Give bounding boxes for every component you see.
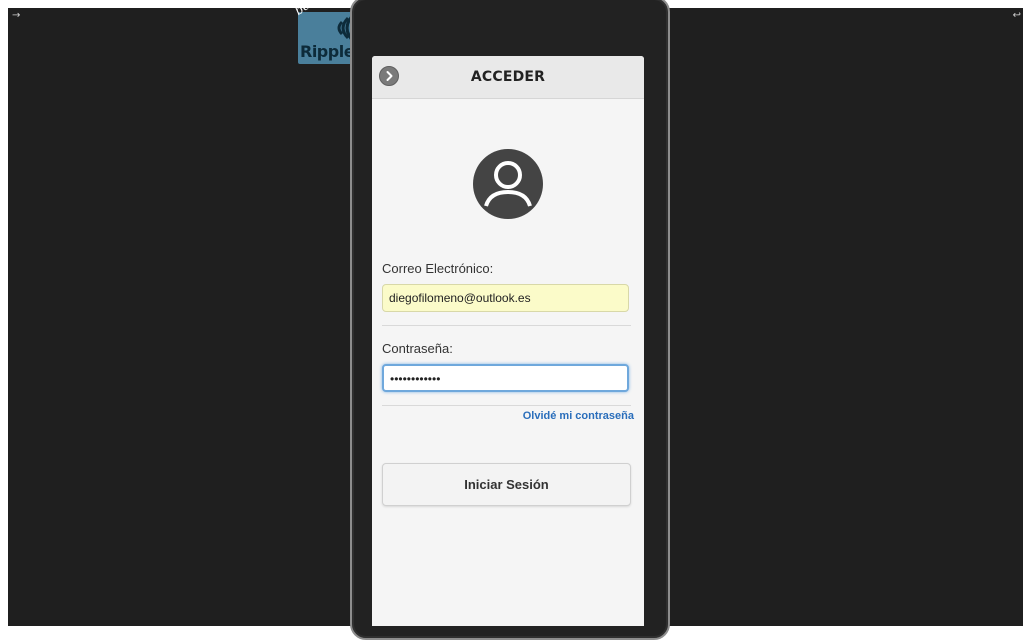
- password-field[interactable]: ••••••••••••: [382, 364, 629, 392]
- email-field[interactable]: diegofilomeno@outlook.es: [382, 284, 629, 312]
- email-divider: [382, 325, 631, 326]
- app-screen: ACCEDER Correo Electrónico: diegofilomen…: [372, 56, 644, 626]
- collapse-right-panel-icon[interactable]: ↩: [1013, 11, 1021, 21]
- password-label: Contraseña:: [382, 341, 453, 356]
- forgot-password-link[interactable]: Olvidé mi contraseña: [523, 410, 634, 422]
- app-header: ACCEDER: [372, 56, 644, 99]
- page-title: ACCEDER: [470, 69, 546, 85]
- password-divider: [382, 405, 631, 406]
- user-avatar-icon: [473, 149, 543, 219]
- ripple-logo-text: Ripple: [300, 42, 355, 61]
- login-button[interactable]: Iniciar Sesión: [382, 463, 631, 506]
- collapse-left-panel-icon[interactable]: →: [12, 11, 20, 21]
- email-label: Correo Electrónico:: [382, 261, 494, 276]
